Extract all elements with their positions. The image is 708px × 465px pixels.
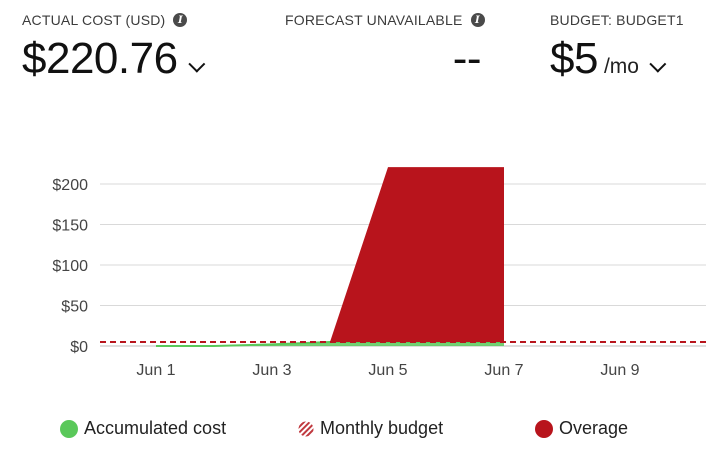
y-tick-label: $0 xyxy=(70,339,88,356)
overage-dot-icon xyxy=(535,419,553,438)
legend-budget[interactable]: Monthly budget xyxy=(298,418,443,439)
cost-chart: $200 $150 $100 $50 $0 Jun 1 Jun 3 Jun 5 Jun 7 Jun… xyxy=(52,167,706,379)
actual-cost-label: ACTUAL COST (USD) xyxy=(22,12,166,28)
hatched-dot-icon xyxy=(298,421,314,436)
budget-kpi: BUDGET: BUDGET1 $5 /mo xyxy=(550,12,684,84)
x-tick-label: Jun 7 xyxy=(484,362,523,379)
chevron-down-icon[interactable] xyxy=(187,55,205,73)
legend-budget-label: Monthly budget xyxy=(320,418,444,438)
x-tick-label: Jun 3 xyxy=(252,362,291,379)
budget-value: $5 xyxy=(550,34,598,83)
chevron-down-icon[interactable] xyxy=(649,55,667,73)
y-tick-label: $50 xyxy=(61,299,88,316)
y-tick-label: $100 xyxy=(52,258,88,275)
info-icon[interactable]: i xyxy=(470,13,485,27)
legend-accumulated[interactable]: Accumulated cost xyxy=(60,418,226,439)
actual-cost-kpi: ACTUAL COST (USD) i $220.76 xyxy=(22,12,205,84)
y-tick-label: $150 xyxy=(52,218,88,235)
x-tick-label: Jun 1 xyxy=(136,362,175,379)
legend-accumulated-label: Accumulated cost xyxy=(84,418,227,438)
y-tick-label: $200 xyxy=(52,177,88,194)
budget-label: BUDGET: BUDGET1 xyxy=(550,12,684,28)
legend-overage[interactable]: Overage xyxy=(535,418,628,439)
x-tick-label: Jun 5 xyxy=(368,362,407,379)
budget-suffix: /mo xyxy=(603,55,639,78)
x-tick-label: Jun 9 xyxy=(600,362,639,379)
forecast-value: -- xyxy=(452,34,482,83)
accumulated-dot-icon xyxy=(60,419,78,438)
overage-area xyxy=(272,167,504,342)
legend-overage-label: Overage xyxy=(559,418,629,438)
forecast-kpi: FORECAST UNAVAILABLE i -- xyxy=(285,12,485,84)
actual-cost-value: $220.76 xyxy=(22,34,178,83)
forecast-label: FORECAST UNAVAILABLE xyxy=(285,12,463,28)
info-icon[interactable]: i xyxy=(173,13,188,27)
